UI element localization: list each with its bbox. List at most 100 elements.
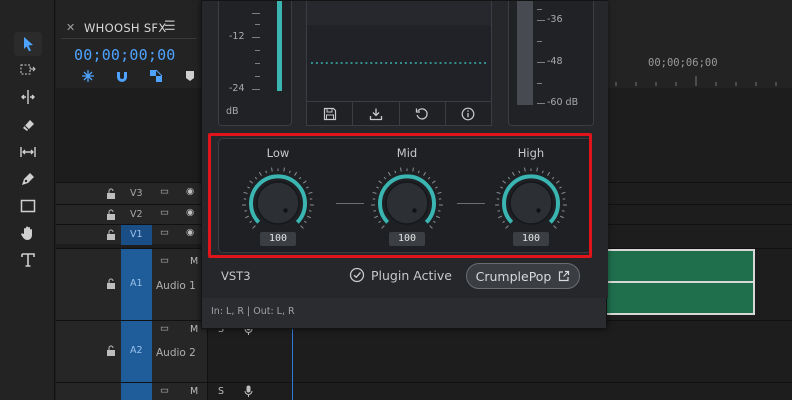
- time-ruler-ticks[interactable]: [594, 74, 792, 86]
- output-level-bar: [517, 1, 533, 105]
- slip-icon: [20, 147, 36, 157]
- output-meter-label: -60 dB: [547, 97, 579, 108]
- plugin-active-status[interactable]: Plugin Active: [349, 267, 452, 283]
- sequence-tab-title[interactable]: WHOOSH SFX: [84, 21, 167, 35]
- toggle-sync-icon[interactable]: ▭: [160, 227, 169, 238]
- input-meter-panel: -12 -24 dB: [218, 1, 292, 126]
- mute-button[interactable]: M: [190, 324, 198, 335]
- track-label-v2[interactable]: V2: [130, 209, 143, 220]
- track-header-v2: V2 ▭ ◉: [56, 205, 208, 224]
- output-meter-label: -48: [547, 56, 563, 67]
- lock-icon[interactable]: [106, 229, 116, 241]
- meter-tick: [252, 89, 260, 90]
- ripple-edit-icon: [21, 90, 35, 104]
- info-button[interactable]: [446, 102, 491, 125]
- clip-channel-divider: [599, 281, 753, 283]
- meter-tick: [252, 13, 260, 14]
- download-icon: [369, 108, 383, 120]
- track-header-a3: ▭ M S: [56, 383, 253, 400]
- audio-clip[interactable]: [597, 249, 755, 315]
- meter-tick: [537, 9, 542, 10]
- check-circle-icon: [349, 267, 365, 283]
- add-marker-icon[interactable]: [180, 69, 200, 83]
- output-meter-label: -36: [547, 14, 563, 25]
- eq-graph-panel: [306, 1, 492, 126]
- track-a2: A2 ▭ M S Audio 2: [56, 320, 792, 383]
- toggle-sync-icon[interactable]: ▭: [160, 385, 169, 396]
- eye-icon[interactable]: ◉: [186, 207, 194, 218]
- microphone-icon[interactable]: [244, 385, 253, 398]
- output-meter-panel: -36 -48 -60 dB: [508, 1, 594, 126]
- track-label-a2: A2: [130, 345, 143, 356]
- track-name-a1[interactable]: Audio 1: [156, 280, 196, 292]
- tools-panel: [0, 0, 55, 400]
- track-label-a1: A1: [130, 278, 143, 289]
- timeline-toolbar: [78, 69, 200, 83]
- toggle-sync-icon[interactable]: ▭: [160, 323, 169, 334]
- meter-tick: [537, 41, 542, 42]
- track-name-a2[interactable]: Audio 2: [156, 347, 196, 359]
- meter-tick: [537, 103, 545, 104]
- reset-button[interactable]: [400, 102, 446, 125]
- crumplepop-link-button[interactable]: CrumplePop: [466, 263, 580, 289]
- eye-icon[interactable]: ◉: [186, 227, 194, 238]
- track-target-a3[interactable]: [121, 383, 152, 400]
- brand-button-label: CrumplePop: [475, 268, 552, 284]
- mute-button[interactable]: M: [190, 256, 198, 267]
- type-icon: [21, 253, 35, 267]
- track-header-a1: A1 ▭ M Audio 1: [56, 249, 208, 321]
- nest-sequence-icon[interactable]: [78, 69, 98, 83]
- hand-tool[interactable]: [14, 221, 42, 245]
- eq-curve-display[interactable]: [307, 1, 491, 101]
- selection-tool[interactable]: [14, 32, 42, 56]
- eye-icon[interactable]: ◉: [186, 186, 194, 197]
- meter-tick: [252, 37, 260, 38]
- track-target-v1[interactable]: V1: [121, 225, 152, 245]
- ripple-edit-tool[interactable]: [14, 85, 42, 109]
- hamburger-menu-icon[interactable]: ☰: [164, 19, 176, 34]
- input-meter-unit: dB: [226, 106, 239, 117]
- rectangle-tool[interactable]: [14, 194, 42, 218]
- toggle-sync-icon[interactable]: ▭: [160, 207, 169, 218]
- mute-button[interactable]: M: [190, 386, 198, 397]
- solo-button[interactable]: S: [218, 386, 224, 397]
- track-select-icon: [20, 64, 36, 75]
- track-label-v3[interactable]: V3: [130, 188, 143, 199]
- playhead-timecode[interactable]: 00;00;00;00: [74, 46, 176, 64]
- track-target-a1[interactable]: A1: [121, 249, 152, 321]
- pen-icon: [22, 173, 34, 185]
- save-icon: [323, 107, 336, 120]
- type-tool[interactable]: [14, 248, 42, 272]
- meter-tick: [255, 76, 260, 77]
- close-tab-icon[interactable]: ✕: [66, 21, 75, 34]
- meter-tick: [537, 62, 545, 63]
- linked-selection-icon[interactable]: [146, 69, 166, 83]
- hand-icon: [21, 226, 32, 240]
- meter-tick: [255, 50, 260, 51]
- external-link-icon: [559, 270, 570, 282]
- input-meter-label: -12: [229, 31, 245, 42]
- lock-icon[interactable]: [106, 188, 116, 200]
- lock-icon[interactable]: [106, 345, 116, 357]
- plugin-active-label: Plugin Active: [371, 267, 452, 283]
- razor-tool[interactable]: [14, 113, 42, 137]
- toggle-sync-icon[interactable]: ▭: [160, 186, 169, 197]
- track-header-v3: V3 ▭ ◉: [56, 183, 208, 204]
- lock-icon[interactable]: [106, 278, 116, 290]
- toggle-sync-icon[interactable]: ▭: [160, 255, 169, 266]
- lock-icon[interactable]: [106, 209, 116, 221]
- track-select-tool[interactable]: [14, 58, 42, 82]
- load-preset-button[interactable]: [353, 102, 400, 125]
- snap-magnet-icon[interactable]: [112, 69, 132, 83]
- rectangle-icon: [20, 199, 36, 213]
- slip-tool[interactable]: [14, 140, 42, 164]
- save-preset-button[interactable]: [307, 102, 354, 125]
- meter-tick: [537, 20, 545, 21]
- io-channel-info: In: L, R | Out: L, R: [211, 306, 295, 317]
- eq-graph-toolbar: [307, 101, 491, 125]
- track-target-a2[interactable]: A2: [121, 321, 152, 383]
- pen-tool[interactable]: [14, 167, 42, 191]
- highlight-box: [208, 133, 592, 258]
- input-meter-label: -24: [229, 83, 245, 94]
- track-label-v1: V1: [130, 229, 143, 240]
